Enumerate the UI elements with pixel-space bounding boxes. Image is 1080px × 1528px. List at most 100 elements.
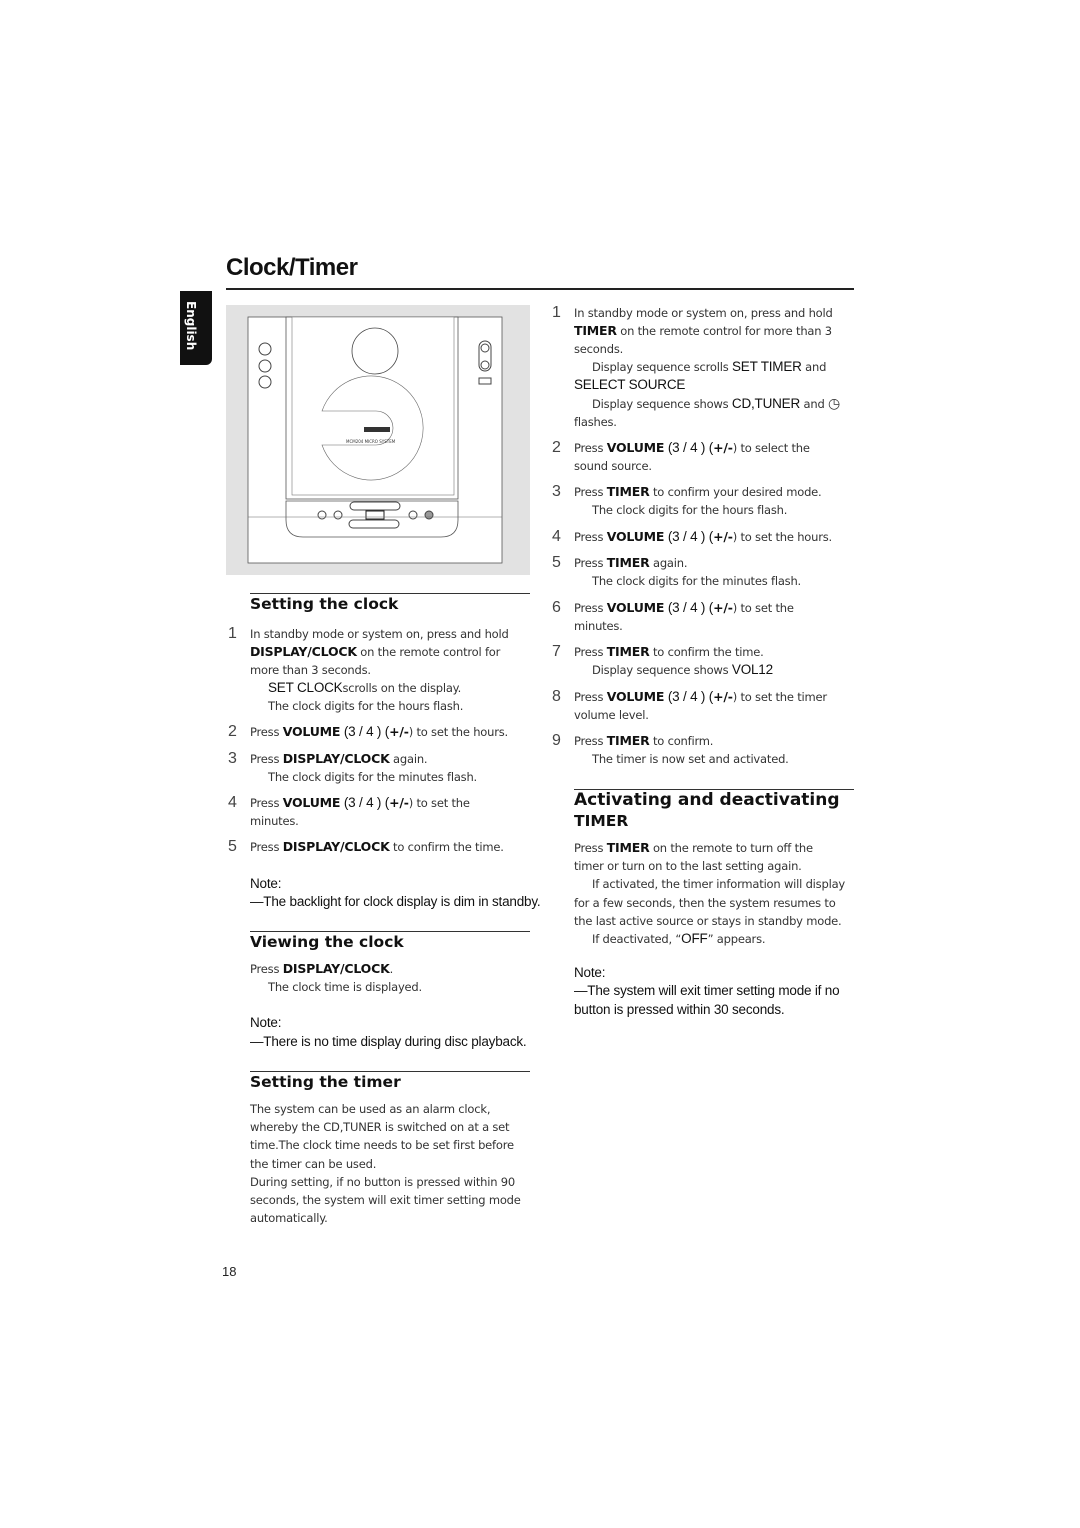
bold-term: +/- [713, 440, 733, 455]
text-line: Press TIMER again. [574, 554, 688, 572]
step-number: 7 [552, 643, 561, 660]
section-rule [250, 931, 530, 932]
note-line: —The system will exit timer setting mode… [574, 982, 840, 1000]
bold-term: TIMER [606, 555, 650, 570]
text-segment: The clock digits for the minutes flash. [592, 574, 802, 588]
text-line: volume level. [574, 706, 649, 724]
step-number: 5 [552, 554, 561, 571]
text-line: more than 3 seconds. [250, 661, 371, 679]
bold-term: VOLUME [282, 795, 341, 810]
text-segment: In standby mode or system on, press and … [574, 306, 833, 320]
text-segment: on the remote control for [356, 645, 501, 659]
text-line: Press TIMER on the remote to turn off th… [574, 839, 813, 857]
text-segment: to confirm. [649, 734, 714, 748]
note-line: Note: [250, 875, 281, 893]
text-line: timer or turn on to the last setting aga… [574, 857, 802, 875]
text-line: During setting, if no button is pressed … [250, 1173, 515, 1191]
step-number: 1 [552, 304, 561, 321]
step-number: 6 [552, 599, 561, 616]
text-segment: Display sequence scrolls [592, 360, 732, 374]
text-segment: Note: [250, 1015, 282, 1030]
section-heading: Activating and deactivating [574, 790, 840, 810]
display-text: SELECT SOURCE [574, 377, 686, 392]
text-segment: flashes. [574, 415, 617, 429]
text-segment: and [801, 360, 827, 374]
text-line: The timer is now set and activated. [592, 750, 789, 768]
text-segment: The timer is now set and activated. [592, 752, 789, 766]
text-line: If deactivated, “OFF” appears. [592, 930, 766, 948]
text-line: Press TIMER to confirm your desired mode… [574, 483, 822, 501]
step-number: 1 [228, 625, 237, 642]
text-line: whereby the CD,TUNER is switched on at a… [250, 1118, 510, 1136]
bold-term: +/- [389, 724, 409, 739]
text-line: DISPLAY/CLOCK on the remote control for [250, 643, 500, 661]
text-line: Display sequence scrolls SET TIMER and [592, 358, 826, 376]
text-line: In standby mode or system on, press and … [574, 304, 833, 322]
text-segment: Press [574, 841, 607, 855]
bold-term: TIMER [606, 644, 650, 659]
text-segment: Press [574, 734, 607, 748]
text-line: Press VOLUME (3 / 4 ) (+/-) to set the t… [574, 688, 827, 706]
display-text: (3 / 4 ) ( [664, 529, 714, 544]
text-segment: The clock digits for the minutes flash. [268, 770, 478, 784]
text-segment: Press [574, 485, 607, 499]
text-segment: —The backlight for clock display is dim … [250, 894, 541, 909]
bold-term: TIMER [606, 484, 650, 499]
text-segment: Note: [250, 876, 282, 891]
text-segment: If activated, the timer information will… [592, 877, 846, 891]
step-number: 4 [228, 794, 237, 811]
text-line: The system can be used as an alarm clock… [250, 1100, 490, 1118]
timer-icon: ◷ [828, 396, 841, 412]
text-segment: again. [649, 556, 688, 570]
bold-term: VOLUME [606, 440, 665, 455]
note-line: —There is no time display during disc pl… [250, 1033, 527, 1051]
step-number: 3 [228, 750, 237, 767]
text-segment: ) to set the [408, 796, 470, 810]
text-line: The clock digits for the hours flash. [268, 697, 463, 715]
text-segment: scrolls on the display. [342, 681, 462, 695]
text-segment: ” appears. [707, 932, 766, 946]
bold-term: VOLUME [282, 724, 341, 739]
text-segment: button is pressed within 30 seconds. [574, 1002, 785, 1017]
text-line: time.The clock time needs to be set firs… [250, 1136, 514, 1154]
bold-term: VOLUME [606, 689, 665, 704]
step-number: 5 [228, 838, 237, 855]
text-segment: If deactivated, “ [592, 932, 682, 946]
text-line: Press VOLUME (3 / 4 ) (+/-) to set the [250, 794, 470, 812]
text-segment: to confirm the time. [649, 645, 764, 659]
text-line: Press VOLUME (3 / 4 ) (+/-) to select th… [574, 439, 810, 457]
brand-logo [364, 427, 390, 432]
step-number: 8 [552, 688, 561, 705]
text-segment: ) to set the hours. [732, 530, 833, 544]
text-line: The clock digits for the minutes flash. [592, 572, 801, 590]
text-segment: to confirm the time. [389, 840, 504, 854]
text-segment: Note: [574, 965, 606, 980]
text-segment: Press [250, 725, 283, 739]
display-text: VOL12 [731, 662, 773, 677]
bold-term: +/- [713, 600, 733, 615]
note-line: —The backlight for clock display is dim … [250, 893, 541, 911]
display-text: (3 / 4 ) ( [664, 600, 714, 615]
text-segment: Press [250, 796, 283, 810]
text-segment: Press [250, 840, 283, 854]
text-segment: for a few seconds, then the system resum… [574, 896, 836, 910]
note-line: Note: [250, 1014, 281, 1032]
text-segment: automatically. [250, 1211, 328, 1225]
text-segment: more than 3 seconds. [250, 663, 371, 677]
text-segment: Press [574, 690, 607, 704]
bold-term: VOLUME [606, 600, 665, 615]
page-number: 18 [222, 1264, 237, 1279]
text-segment: on the remote control for more than 3 [616, 324, 832, 338]
text-line: The clock time is displayed. [268, 978, 422, 996]
text-line: seconds. [574, 340, 623, 358]
text-line: the last active source or stays in stand… [574, 912, 842, 930]
text-segment: —The system will exit timer setting mode… [574, 983, 840, 998]
bold-term: DISPLAY/CLOCK [282, 961, 390, 976]
text-line: the timer can be used. [250, 1155, 376, 1173]
text-segment: The system can be used as an alarm clock… [250, 1102, 491, 1116]
section-heading: Setting the clock [250, 595, 399, 613]
bold-term: TIMER [574, 323, 617, 338]
text-segment: Press [574, 601, 607, 615]
text-line: Display sequence shows VOL12 [592, 661, 773, 679]
step-number: 2 [228, 723, 237, 740]
